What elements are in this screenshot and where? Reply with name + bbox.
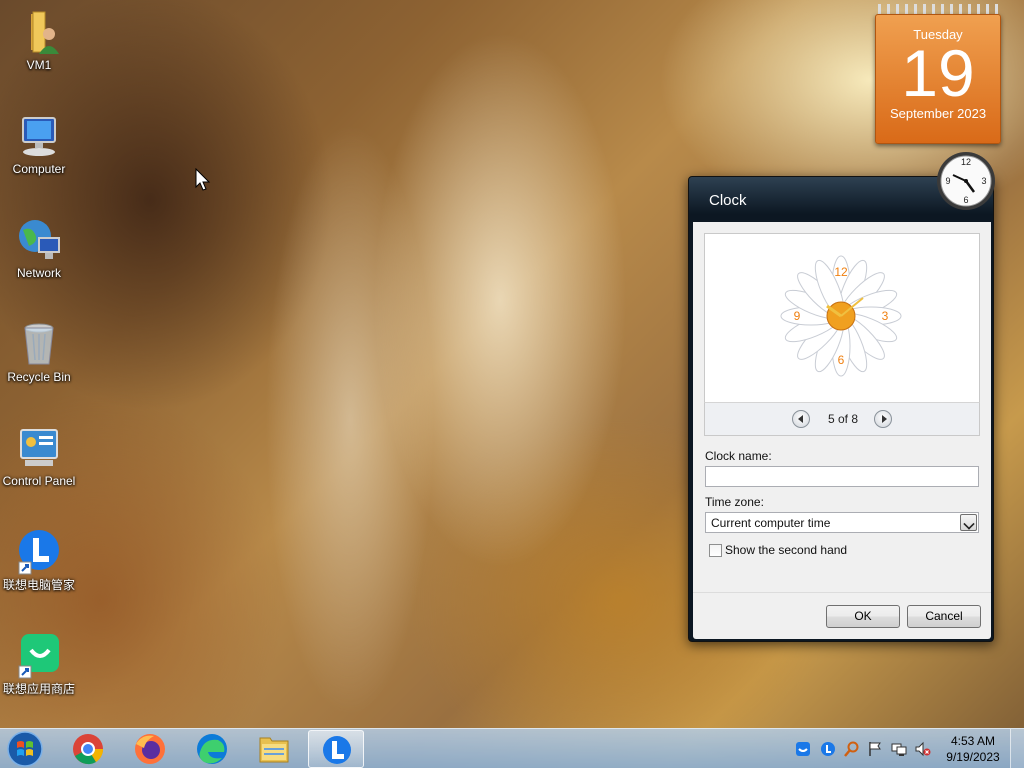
clock-gadget[interactable]: 12 3 6 9 <box>935 150 997 212</box>
recycle-bin-icon <box>15 320 63 368</box>
svg-text:9: 9 <box>794 309 801 323</box>
desktop-icon-label: 联想应用商店 <box>2 682 75 696</box>
clock-name-input[interactable] <box>705 466 979 487</box>
clock-settings-dialog: Clock 12 3 6 9 5 of 8 Clock name: Time z… <box>688 176 994 642</box>
calendar-page: Tuesday 19 September 2023 <box>875 14 1001 144</box>
time-zone-label: Time zone: <box>705 495 764 509</box>
calendar-day-number: 19 <box>901 36 975 110</box>
computer-icon <box>15 112 63 160</box>
desktop-icon-label: Network <box>16 266 61 280</box>
volume-muted-icon[interactable] <box>915 741 931 757</box>
time-zone-select[interactable]: Current computer time <box>705 512 979 533</box>
svg-text:12: 12 <box>961 157 971 167</box>
desktop-icon-network[interactable]: Network <box>0 216 78 280</box>
desktop-icon-control-panel[interactable]: Control Panel <box>0 424 78 488</box>
clock-style-counter: 5 of 8 <box>827 412 859 426</box>
desktop-icon-label: Recycle Bin <box>7 370 71 384</box>
lenovo-manager-icon <box>323 736 351 764</box>
cancel-button[interactable]: Cancel <box>907 605 981 628</box>
dialog-title: Clock <box>709 192 747 209</box>
taskbar-firefox[interactable] <box>122 730 178 768</box>
start-orb-icon <box>7 731 43 767</box>
daisy-clock-icon: 12 3 6 9 <box>780 255 902 377</box>
tray-date: 9/19/2023 <box>946 750 1000 764</box>
calendar-gadget[interactable]: Tuesday 19 September 2023 <box>875 4 1001 144</box>
show-second-hand-label[interactable]: Show the second hand <box>725 543 847 557</box>
previous-arrow-icon[interactable] <box>792 410 810 428</box>
ok-button[interactable]: OK <box>826 605 900 628</box>
dialog-divider <box>693 592 991 593</box>
desktop-icon-lenovo-app-store[interactable]: 联想应用商店 <box>0 632 78 696</box>
lenovo-app-store-icon <box>15 632 63 680</box>
chevron-down-icon[interactable] <box>960 514 977 531</box>
svg-text:6: 6 <box>963 195 968 205</box>
chrome-icon <box>73 734 104 765</box>
firefox-icon <box>135 734 165 764</box>
lenovo-tray-icon[interactable] <box>795 741 811 757</box>
lenovo-manager-icon <box>15 528 63 576</box>
edge-icon <box>197 734 227 764</box>
flag-icon[interactable] <box>867 741 883 757</box>
control-panel-icon <box>15 424 63 472</box>
desktop-icon-vm1[interactable]: VM1 <box>0 8 78 72</box>
taskbar: 4:53 AM 9/19/2023 <box>0 728 1024 768</box>
tray-clock[interactable]: 4:53 AM 9/19/2023 <box>942 733 1004 765</box>
desktop-icon-label: VM1 <box>26 58 52 72</box>
network-tray-icon[interactable] <box>891 741 907 757</box>
tray-time: 4:53 AM <box>950 734 996 748</box>
start-button[interactable] <box>4 730 46 768</box>
taskbar-chrome[interactable] <box>60 730 116 768</box>
analog-clock-icon: 12 3 6 9 <box>937 152 995 210</box>
show-second-hand-checkbox[interactable] <box>709 544 722 557</box>
user-folder-icon <box>15 8 63 56</box>
next-arrow-icon[interactable] <box>874 410 892 428</box>
desktop-icon-lenovo-manager[interactable]: 联想电脑管家 <box>0 528 78 592</box>
time-zone-value: Current computer time <box>711 516 831 530</box>
taskbar-edge[interactable] <box>184 730 240 768</box>
lenovo-l-icon[interactable] <box>820 741 836 757</box>
network-icon <box>15 216 63 264</box>
taskbar-file-explorer[interactable] <box>246 730 302 768</box>
search-tray-icon[interactable] <box>844 741 860 757</box>
svg-text:6: 6 <box>838 353 845 367</box>
desktop-icon-computer[interactable]: Computer <box>0 112 78 176</box>
svg-text:12: 12 <box>834 265 848 279</box>
dialog-body: 12 3 6 9 5 of 8 Clock name: Time zone: C… <box>693 222 991 639</box>
svg-text:9: 9 <box>945 176 950 186</box>
desktop-icon-recycle-bin[interactable]: Recycle Bin <box>0 320 78 384</box>
svg-text:3: 3 <box>981 176 986 186</box>
clock-name-label: Clock name: <box>705 449 772 463</box>
show-desktop-button[interactable] <box>1010 729 1024 768</box>
taskbar-lenovo-manager[interactable] <box>308 730 364 768</box>
calendar-month-year: September 2023 <box>889 106 987 121</box>
svg-text:3: 3 <box>882 309 889 323</box>
file-explorer-icon <box>259 737 289 763</box>
mouse-cursor-icon <box>195 168 211 191</box>
desktop-icon-label: Computer <box>12 162 66 176</box>
clock-style-navigator: 5 of 8 <box>704 402 980 436</box>
desktop-icon-label: 联想电脑管家 <box>2 578 75 592</box>
desktop-icon-label: Control Panel <box>2 474 76 488</box>
